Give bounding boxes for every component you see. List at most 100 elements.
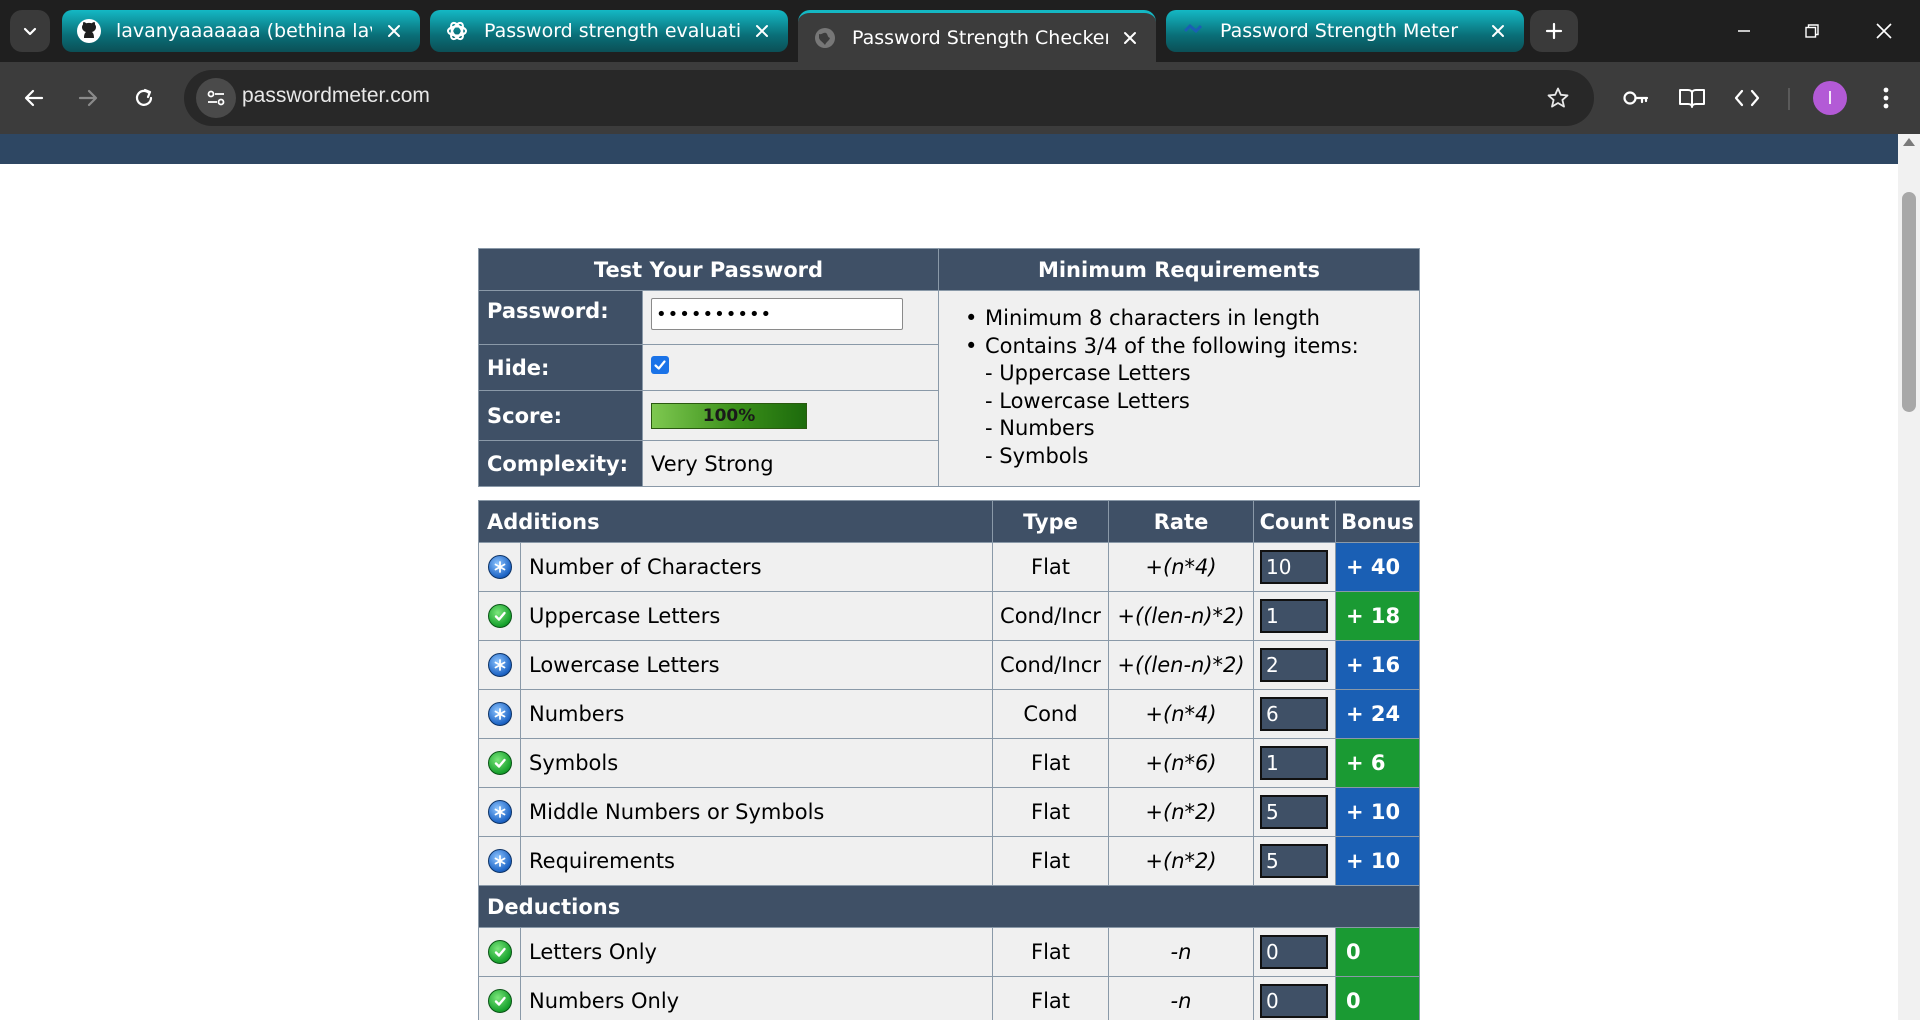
row-type: Flat — [992, 836, 1109, 886]
tab-close-icon[interactable] — [1484, 17, 1512, 45]
row-type: Cond/Incr — [992, 640, 1109, 690]
count-field[interactable]: 6 — [1260, 697, 1328, 731]
count-field[interactable]: 1 — [1260, 746, 1328, 780]
hide-label: Hide: — [478, 344, 643, 391]
tab-close-icon[interactable] — [748, 17, 776, 45]
info-circle-icon — [487, 555, 512, 579]
row-type: Flat — [992, 976, 1109, 1020]
count-field[interactable]: 5 — [1260, 844, 1328, 878]
forward-button[interactable] — [68, 78, 108, 118]
tab-strip: lavanyaaaaaaa (bethina lavanya Password … — [0, 0, 1920, 62]
tab-close-icon[interactable] — [380, 17, 408, 45]
row-rate: +((len-n)*2) — [1108, 640, 1254, 690]
restore-button[interactable] — [1778, 0, 1846, 62]
menu-button[interactable] — [1866, 78, 1906, 118]
tab-github[interactable]: lavanyaaaaaaa (bethina lavanya — [62, 10, 420, 52]
tab-title: Password Strength Checker — [852, 26, 1108, 49]
row-status-cell — [478, 640, 521, 690]
tab-chatgpt[interactable]: Password strength evaluation — [430, 10, 788, 52]
row-bonus: + 10 — [1335, 836, 1420, 886]
bookmark-button[interactable] — [1540, 80, 1576, 116]
count-field[interactable]: 10 — [1260, 550, 1328, 584]
vertical-scrollbar[interactable] — [1898, 134, 1920, 1020]
restore-icon — [1805, 24, 1819, 38]
minimize-button[interactable] — [1710, 0, 1778, 62]
tab-title: Password strength evaluation — [484, 20, 740, 42]
site-info-button[interactable] — [196, 78, 236, 118]
requirement-item: Minimum 8 characters in length — [965, 305, 1419, 333]
breakdown-row: Numbers Cond +(n*4) 6 + 24 — [478, 689, 1420, 739]
row-type: Flat — [992, 927, 1109, 977]
row-name: Uppercase Letters — [520, 591, 993, 641]
close-icon — [1876, 23, 1892, 39]
row-count-cell: 5 — [1253, 787, 1336, 837]
row-count-cell: 0 — [1253, 976, 1336, 1020]
url-text[interactable]: passwordmeter.com — [242, 84, 430, 108]
tab-password-strength-meter[interactable]: Password Strength Meter — [1166, 10, 1524, 52]
row-type: Flat — [992, 738, 1109, 788]
complexity-label: Complexity: — [478, 440, 643, 487]
arrow-right-icon — [78, 89, 98, 107]
breakdown-row: Requirements Flat +(n*2) 5 + 10 — [478, 836, 1420, 886]
hide-checkbox[interactable] — [651, 356, 669, 374]
info-circle-icon — [487, 849, 512, 873]
close-window-button[interactable] — [1850, 0, 1918, 62]
info-circle-icon — [487, 702, 512, 726]
tab-search-button[interactable] — [10, 10, 50, 52]
hide-cell — [642, 344, 939, 391]
tab-close-icon[interactable] — [1116, 24, 1144, 52]
row-status-cell — [478, 927, 521, 977]
info-circle-icon — [487, 653, 512, 677]
test-password-table: Test Your Password Minimum Requirements … — [478, 248, 1420, 487]
openai-icon — [444, 18, 470, 44]
additions-rows: Number of Characters Flat +(n*4) 10 + 40 Uppe… — [478, 542, 1420, 886]
row-status-cell — [478, 787, 521, 837]
count-field[interactable]: 5 — [1260, 795, 1328, 829]
row-status-cell — [478, 689, 521, 739]
devtools-button[interactable] — [1727, 78, 1767, 118]
row-rate: +(n*4) — [1108, 542, 1254, 592]
scroll-thumb[interactable] — [1902, 192, 1916, 412]
row-rate: +(n*4) — [1108, 689, 1254, 739]
password-manager-button[interactable] — [1616, 78, 1656, 118]
requirement-subitem: - Numbers — [985, 416, 1095, 440]
password-input[interactable]: •••••••••• — [651, 298, 903, 330]
reading-mode-button[interactable] — [1672, 78, 1712, 118]
browser-toolbar: passwordmeter.com I — [0, 62, 1920, 134]
globe-icon — [812, 25, 838, 51]
breakdown-row: Lowercase Letters Cond/Incr +((len-n)*2) 2 +… — [478, 640, 1420, 690]
row-bonus: + 24 — [1335, 689, 1420, 739]
score-breakdown-table: Additions Type Rate Count Bonus Number o… — [478, 500, 1420, 1020]
count-field[interactable]: 0 — [1260, 984, 1328, 1018]
count-column-header: Count — [1253, 500, 1336, 543]
row-count-cell: 2 — [1253, 640, 1336, 690]
plus-icon — [1545, 22, 1563, 40]
breakdown-row: Symbols Flat +(n*6) 1 + 6 — [478, 738, 1420, 788]
row-rate: +(n*6) — [1108, 738, 1254, 788]
new-tab-button[interactable] — [1530, 10, 1578, 52]
requirement-subitem: - Uppercase Letters — [985, 361, 1191, 385]
info-circle-icon — [487, 800, 512, 824]
row-status-cell — [478, 738, 521, 788]
profile-avatar[interactable]: I — [1813, 81, 1847, 115]
password-label: Password: — [478, 290, 643, 345]
row-name: Numbers — [520, 689, 993, 739]
reload-button[interactable] — [124, 78, 164, 118]
count-field[interactable]: 0 — [1260, 935, 1328, 969]
row-bonus: + 18 — [1335, 591, 1420, 641]
count-field[interactable]: 1 — [1260, 599, 1328, 633]
tab-password-strength-checker[interactable]: Password Strength Checker — [798, 10, 1156, 62]
row-bonus: + 6 — [1335, 738, 1420, 788]
count-field[interactable]: 2 — [1260, 648, 1328, 682]
back-button[interactable] — [14, 78, 54, 118]
requirements-header: Minimum Requirements — [938, 248, 1420, 291]
page-viewport: Test Your Password Minimum Requirements … — [0, 134, 1898, 1020]
additions-header: Additions — [478, 500, 993, 543]
breakdown-row: Middle Numbers or Symbols Flat +(n*2) 5 + 10 — [478, 787, 1420, 837]
address-bar[interactable]: passwordmeter.com — [184, 70, 1594, 126]
row-rate: -n — [1108, 927, 1254, 977]
row-type: Flat — [992, 542, 1109, 592]
breakdown-row: Numbers Only Flat -n 0 0 — [478, 976, 1420, 1020]
row-name: Symbols — [520, 738, 993, 788]
scroll-up-arrow-icon[interactable] — [1903, 138, 1915, 146]
